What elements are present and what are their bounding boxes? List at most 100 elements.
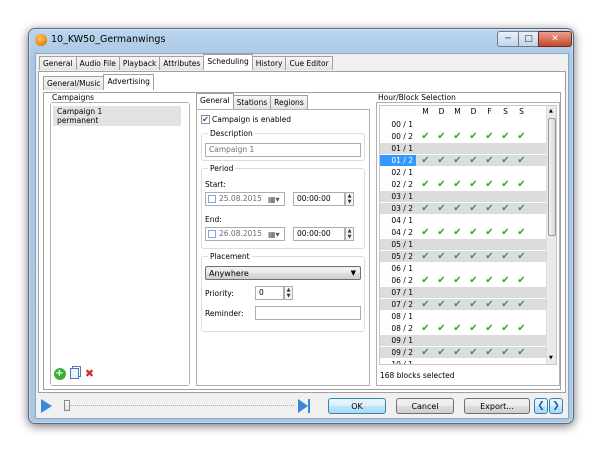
block-checked-icon[interactable]: ✔	[419, 275, 432, 286]
block-checked-icon[interactable]: ✔	[499, 251, 512, 262]
hour-block-scrollbar[interactable]: ▲ ▼	[546, 106, 556, 364]
hour-block-row-label[interactable]: 09 / 2	[380, 347, 416, 358]
hour-block-row[interactable]: 05 / 1	[380, 239, 548, 250]
block-checked-icon[interactable]: ✔	[499, 275, 512, 286]
block-checked-icon[interactable]: ✔	[419, 347, 432, 358]
block-checked-icon[interactable]: ✔	[467, 179, 480, 190]
hour-block-row-label[interactable]: 04 / 2	[380, 227, 416, 238]
block-checked-icon[interactable]: ✔	[483, 227, 496, 238]
block-checked-icon[interactable]: ✔	[435, 203, 448, 214]
block-checked-icon[interactable]: ✔	[435, 347, 448, 358]
tab-regions[interactable]: Regions	[270, 95, 308, 109]
hour-block-row-label[interactable]: 06 / 1	[380, 263, 416, 274]
block-checked-icon[interactable]: ✔	[483, 347, 496, 358]
playback-progress-track[interactable]	[64, 399, 294, 413]
block-checked-icon[interactable]: ✔	[435, 227, 448, 238]
block-checked-icon[interactable]: ✔	[419, 299, 432, 310]
block-checked-icon[interactable]: ✔	[515, 347, 528, 358]
block-checked-icon[interactable]: ✔	[467, 155, 480, 166]
block-checked-icon[interactable]: ✔	[451, 203, 464, 214]
block-checked-icon[interactable]: ✔	[451, 299, 464, 310]
play-button[interactable]	[41, 399, 53, 413]
hour-block-row-label[interactable]: 00 / 1	[380, 119, 416, 130]
hour-block-row-label[interactable]: 07 / 2	[380, 299, 416, 310]
block-checked-icon[interactable]: ✔	[515, 323, 528, 334]
hour-block-row[interactable]: 03 / 2 ✔ ✔ ✔ ✔ ✔ ✔ ✔	[380, 203, 548, 214]
end-time-input[interactable]: 00:00:00	[293, 227, 345, 241]
hour-block-row-label[interactable]: 02 / 1	[380, 167, 416, 178]
hour-block-row[interactable]: 01 / 1	[380, 143, 548, 154]
block-checked-icon[interactable]: ✔	[467, 131, 480, 142]
scroll-up-icon[interactable]: ▲	[549, 108, 553, 114]
block-checked-icon[interactable]: ✔	[499, 227, 512, 238]
hour-block-row[interactable]: 04 / 2 ✔ ✔ ✔ ✔ ✔ ✔ ✔	[380, 227, 548, 238]
block-checked-icon[interactable]: ✔	[451, 179, 464, 190]
close-button[interactable]: ✕	[538, 31, 572, 47]
block-checked-icon[interactable]: ✔	[451, 131, 464, 142]
hour-block-row-label[interactable]: 05 / 2	[380, 251, 416, 262]
start-time-spinner[interactable]: ▲ ▼	[345, 192, 354, 206]
block-checked-icon[interactable]: ✔	[499, 347, 512, 358]
export-button[interactable]: Export...	[464, 398, 530, 414]
progress-handle[interactable]	[64, 400, 70, 411]
hour-block-row-label[interactable]: 04 / 1	[380, 215, 416, 226]
block-checked-icon[interactable]: ✔	[451, 155, 464, 166]
maximize-button[interactable]: □	[518, 31, 539, 47]
tab-history[interactable]: History	[251, 56, 287, 70]
block-checked-icon[interactable]: ✔	[419, 179, 432, 190]
hour-block-row[interactable]: 08 / 2 ✔ ✔ ✔ ✔ ✔ ✔ ✔	[380, 323, 548, 334]
block-checked-icon[interactable]: ✔	[483, 323, 496, 334]
campaigns-list[interactable]: Campaign 1 permanent	[51, 103, 189, 385]
tab-audio-file[interactable]: Audio File	[75, 56, 120, 70]
block-checked-icon[interactable]: ✔	[483, 179, 496, 190]
block-checked-icon[interactable]: ✔	[499, 155, 512, 166]
hour-block-row[interactable]: 05 / 2 ✔ ✔ ✔ ✔ ✔ ✔ ✔	[380, 251, 548, 262]
block-checked-icon[interactable]: ✔	[483, 155, 496, 166]
block-checked-icon[interactable]: ✔	[435, 323, 448, 334]
priority-input[interactable]: 0	[255, 286, 284, 300]
block-checked-icon[interactable]: ✔	[419, 323, 432, 334]
block-checked-icon[interactable]: ✔	[483, 203, 496, 214]
hour-block-row-label[interactable]: 10 / 1	[380, 359, 416, 364]
block-checked-icon[interactable]: ✔	[435, 299, 448, 310]
block-checked-icon[interactable]: ✔	[451, 251, 464, 262]
hour-block-row-label[interactable]: 03 / 1	[380, 191, 416, 202]
block-checked-icon[interactable]: ✔	[467, 227, 480, 238]
start-date-picker[interactable]: 25.08.2015 ▦▾	[205, 192, 285, 206]
copy-campaign-button[interactable]	[68, 367, 81, 380]
block-checked-icon[interactable]: ✔	[483, 275, 496, 286]
hour-block-row[interactable]: 00 / 1	[380, 119, 548, 130]
reminder-input[interactable]	[255, 306, 361, 320]
hour-block-row-label[interactable]: 08 / 1	[380, 311, 416, 322]
hour-block-row[interactable]: 09 / 2 ✔ ✔ ✔ ✔ ✔ ✔ ✔	[380, 347, 548, 358]
day-header[interactable]: M	[451, 107, 464, 116]
previous-button[interactable]: ❮	[534, 398, 548, 414]
end-date-picker[interactable]: 26.08.2015 ▦▾	[205, 227, 285, 241]
hour-block-row[interactable]: 06 / 2 ✔ ✔ ✔ ✔ ✔ ✔ ✔	[380, 275, 548, 286]
hour-block-row[interactable]: 00 / 2 ✔ ✔ ✔ ✔ ✔ ✔ ✔	[380, 131, 548, 142]
block-checked-icon[interactable]: ✔	[483, 131, 496, 142]
tab-detail-general[interactable]: General	[196, 93, 234, 109]
hour-block-row-label[interactable]: 01 / 1	[380, 143, 416, 154]
hour-block-row[interactable]: 07 / 2 ✔ ✔ ✔ ✔ ✔ ✔ ✔	[380, 299, 548, 310]
scroll-down-icon[interactable]: ▼	[549, 355, 553, 361]
end-date-checkbox[interactable]	[208, 230, 216, 238]
tab-scheduling[interactable]: Scheduling	[203, 54, 253, 70]
hour-block-row-label[interactable]: 00 / 2	[380, 131, 416, 142]
day-header[interactable]: D	[467, 107, 480, 116]
hour-block-row[interactable]: 02 / 2 ✔ ✔ ✔ ✔ ✔ ✔ ✔	[380, 179, 548, 190]
scrollbar-thumb[interactable]	[548, 118, 556, 236]
start-time-input[interactable]: 00:00:00	[293, 192, 345, 206]
tab-stations[interactable]: Stations	[232, 95, 272, 109]
block-checked-icon[interactable]: ✔	[499, 203, 512, 214]
hour-block-row[interactable]: 06 / 1	[380, 263, 548, 274]
block-checked-icon[interactable]: ✔	[435, 155, 448, 166]
minimize-button[interactable]: ─	[497, 31, 519, 47]
block-checked-icon[interactable]: ✔	[499, 131, 512, 142]
block-checked-icon[interactable]: ✔	[419, 251, 432, 262]
hour-block-row[interactable]: 04 / 1	[380, 215, 548, 226]
block-checked-icon[interactable]: ✔	[515, 251, 528, 262]
tab-playback[interactable]: Playback	[118, 56, 161, 70]
day-header[interactable]: S	[515, 107, 528, 116]
campaign-list-item[interactable]: Campaign 1 permanent	[53, 106, 181, 126]
